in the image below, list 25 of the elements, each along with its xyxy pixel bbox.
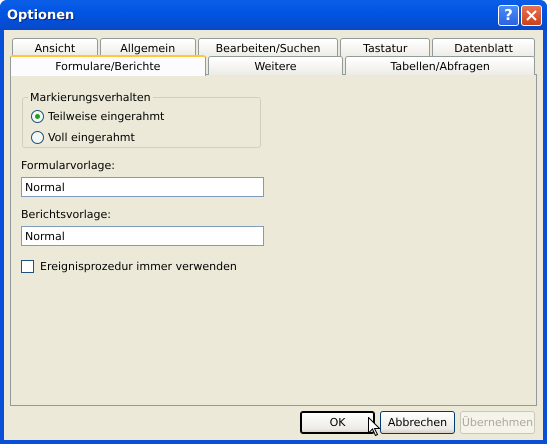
tab[interactable]: Bearbeiten/Suchen	[198, 38, 338, 57]
close-icon	[526, 10, 537, 20]
radio-label: Teilweise eingerahmt	[48, 110, 164, 122]
dialog-button[interactable]: Abbrechen	[380, 411, 455, 434]
field-label: Formularvorlage:	[21, 159, 116, 172]
tab[interactable]: Tastatur	[340, 38, 430, 57]
checkbox-label: Ereignisprozedur immer verwenden	[40, 260, 237, 273]
window-title: Optionen	[7, 8, 76, 22]
dialog-button[interactable]: OK	[300, 411, 375, 434]
tab[interactable]: Ansicht	[12, 38, 98, 57]
pointer-icon	[368, 417, 380, 436]
radio-label: Voll eingerahmt	[48, 130, 135, 144]
tab[interactable]: Tabellen/Abfragen	[345, 56, 535, 75]
help-button[interactable]: ?	[498, 4, 519, 26]
field-label: Berichtsvorlage:	[21, 208, 111, 221]
close-button[interactable]	[521, 4, 542, 26]
input-field[interactable]: Normal	[21, 226, 264, 246]
radio-button[interactable]	[31, 110, 44, 122]
radio-button[interactable]	[31, 130, 44, 144]
group-title: Markierungsverhalten	[29, 91, 152, 104]
tab[interactable]: Datenblatt	[432, 38, 535, 57]
checkbox[interactable]	[21, 260, 34, 273]
tab[interactable]: Weitere	[208, 56, 344, 75]
tab[interactable]: Formulare/Berichte	[10, 55, 206, 76]
input-field[interactable]: Normal	[21, 177, 264, 197]
